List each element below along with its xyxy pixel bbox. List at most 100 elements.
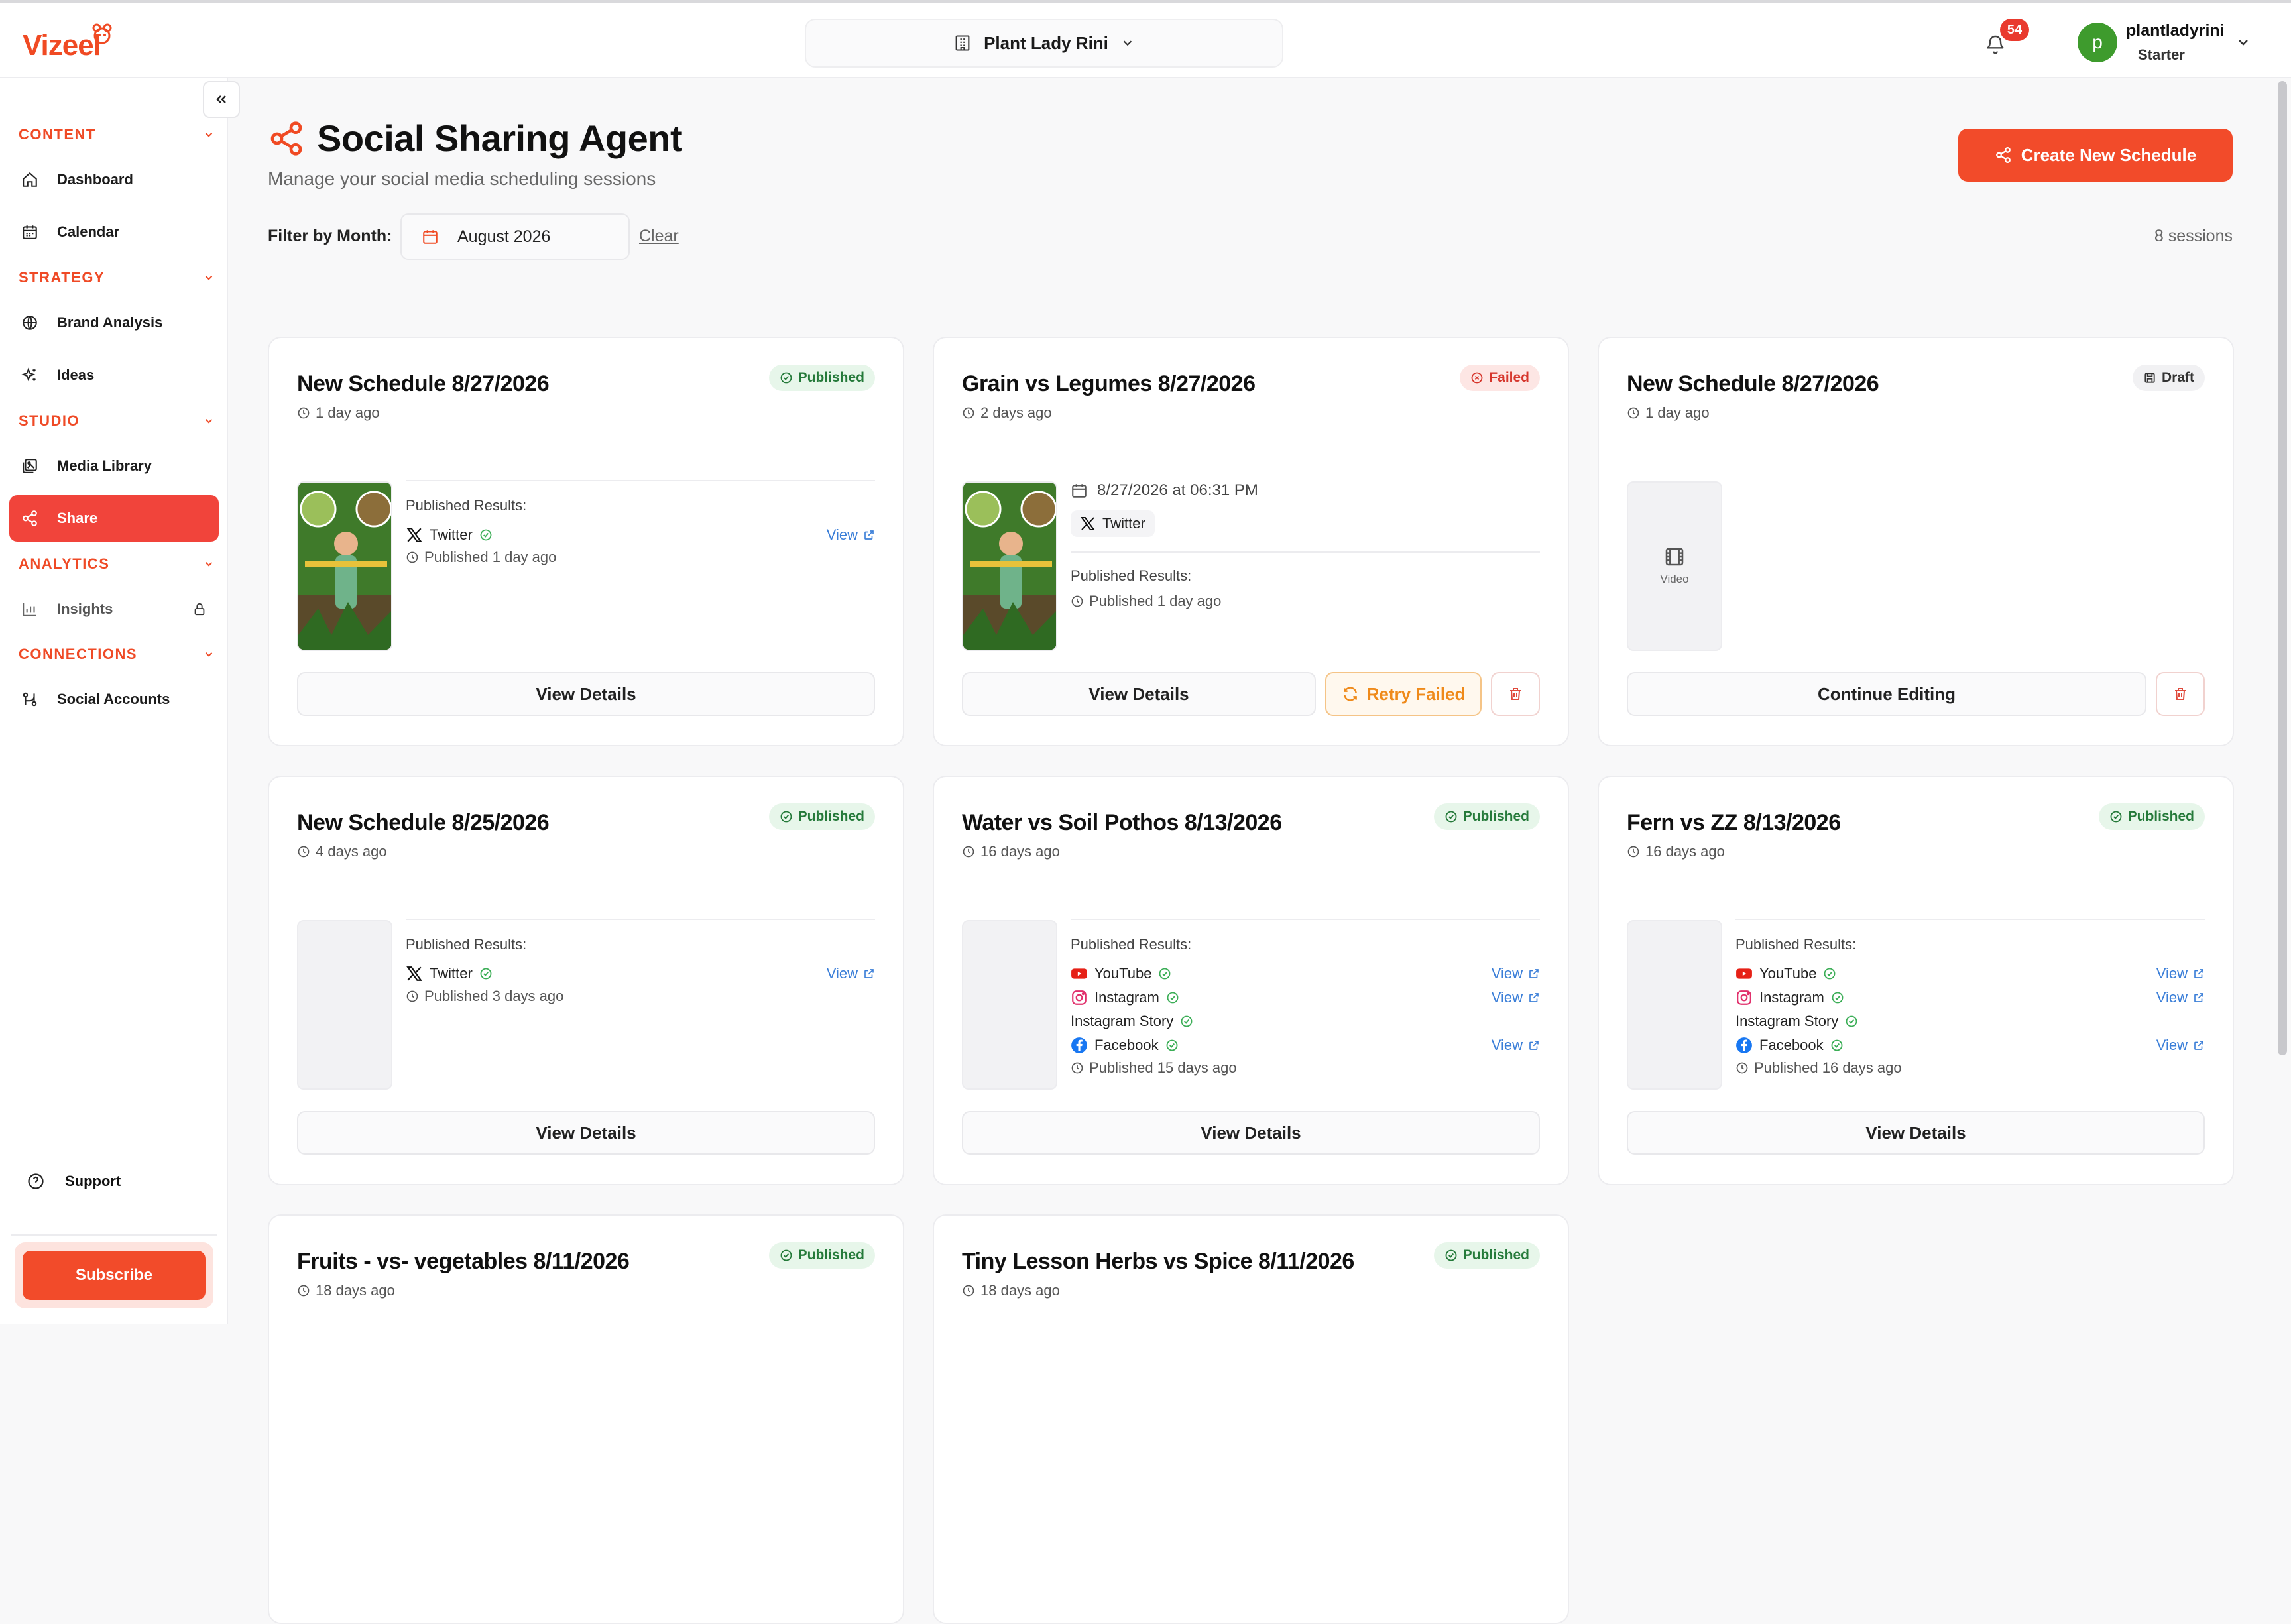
building-icon — [955, 35, 970, 51]
card-actions: Continue Editing — [1627, 672, 2205, 716]
status-badge: Failed — [1460, 365, 1540, 391]
trash-icon — [1510, 688, 1521, 700]
platform-name: YouTube — [1094, 965, 1152, 982]
platform-row-instagram-story: Instagram Story — [1071, 1010, 1540, 1033]
view-details-button[interactable]: View Details — [1627, 1111, 2205, 1155]
thumbnail-placeholder[interactable] — [1627, 920, 1722, 1090]
view-link[interactable]: View — [827, 526, 875, 544]
delete-button[interactable] — [2156, 672, 2205, 716]
published-results-heading: Published Results: — [1735, 936, 1857, 953]
sidebar-item-ideas[interactable]: Ideas — [9, 352, 219, 398]
platform-name: Instagram — [1094, 989, 1159, 1006]
card-time-text: 1 day ago — [316, 404, 380, 421]
check-circle-icon — [780, 1249, 792, 1261]
view-link[interactable]: View — [2156, 965, 2205, 982]
view-link[interactable]: View — [2156, 1037, 2205, 1054]
platform-row-youtube: YouTube View — [1071, 962, 1540, 985]
view-label: View — [2156, 989, 2188, 1006]
status-badge: Published — [768, 365, 875, 391]
published-time: Published 3 days ago — [406, 988, 563, 1005]
status-badge: Published — [768, 803, 875, 830]
view-details-button[interactable]: View Details — [297, 1111, 875, 1155]
sidebar-item-calendar[interactable]: Calendar — [9, 209, 219, 255]
view-link[interactable]: View — [827, 965, 875, 982]
view-details-button[interactable]: View Details — [962, 1111, 1540, 1155]
view-link[interactable]: View — [2156, 989, 2205, 1006]
continue-editing-button[interactable]: Continue Editing — [1627, 672, 2146, 716]
section-strategy[interactable]: STRATEGY — [19, 269, 215, 286]
card-time-text: 16 days ago — [1645, 843, 1725, 860]
month-filter-value: August 2026 — [457, 227, 551, 246]
view-details-button[interactable]: View Details — [962, 672, 1316, 716]
logo[interactable]: Vizeel — [23, 23, 115, 69]
section-content[interactable]: CONTENT — [19, 126, 215, 143]
sidebar-item-label: Social Accounts — [57, 691, 170, 707]
section-connections[interactable]: CONNECTIONS — [19, 646, 215, 663]
check-circle-icon — [780, 811, 792, 823]
sidebar-item-share[interactable]: Share — [9, 495, 219, 542]
user-name[interactable]: plantladyrini — [2126, 21, 2225, 40]
avatar[interactable]: p — [2078, 23, 2117, 62]
platform-name: Twitter — [430, 526, 473, 543]
platform-row-youtube: YouTube View — [1735, 962, 2205, 985]
card-actions: View Details — [297, 1111, 875, 1155]
clear-filter-link[interactable]: Clear — [639, 227, 679, 246]
session-card[interactable]: Fern vs ZZ 8/13/2026 Published 16 days a… — [1598, 776, 2234, 1185]
sidebar-item-label: Brand Analysis — [57, 314, 163, 331]
session-card[interactable]: Tiny Lesson Herbs vs Spice 8/11/2026 Pub… — [933, 1214, 1569, 1624]
status-badge: Published — [768, 1242, 875, 1269]
thumbnail-placeholder[interactable] — [297, 920, 392, 1090]
view-link[interactable]: View — [1492, 965, 1540, 982]
view-details-button[interactable]: View Details — [297, 672, 875, 716]
session-card[interactable]: New Schedule 8/25/2026 Published 4 days … — [268, 776, 904, 1185]
chevron-down-icon — [205, 276, 213, 280]
trash-icon — [2175, 688, 2186, 700]
card-time: 18 days ago — [962, 1282, 1060, 1299]
brand-selector[interactable]: Plant Lady Rini — [805, 19, 1283, 68]
support-link[interactable]: Support — [27, 1172, 121, 1190]
check-circle-icon — [1832, 992, 1844, 1004]
sidebar-item-media-library[interactable]: Media Library — [9, 443, 219, 489]
session-card[interactable]: Fruits - vs- vegetables 8/11/2026 Publis… — [268, 1214, 904, 1624]
section-analytics[interactable]: ANALYTICS — [19, 555, 215, 573]
sidebar-item-dashboard[interactable]: Dashboard — [9, 156, 219, 203]
month-filter-input[interactable]: August 2026 — [400, 213, 630, 260]
platform-name: YouTube — [1759, 965, 1817, 982]
clock-icon — [1071, 1062, 1083, 1074]
thumbnail-image[interactable] — [962, 481, 1057, 651]
session-card[interactable]: Water vs Soil Pothos 8/13/2026 Published… — [933, 776, 1569, 1185]
facebook-icon — [1736, 1037, 1752, 1053]
section-label: CONNECTIONS — [19, 646, 138, 662]
session-card[interactable]: Grain vs Legumes 8/27/2026 Failed 2 days… — [933, 337, 1569, 746]
scrollbar[interactable] — [2278, 81, 2287, 1055]
film-icon — [1665, 548, 1684, 566]
status-label: Published — [1462, 809, 1529, 824]
sidebar-item-insights[interactable]: Insights — [9, 586, 219, 632]
sidebar-item-social-accounts[interactable]: Social Accounts — [9, 676, 219, 723]
view-link[interactable]: View — [1492, 989, 1540, 1006]
subscribe-container: Subscribe — [15, 1242, 213, 1308]
video-placeholder[interactable]: Video — [1627, 481, 1722, 651]
delete-button[interactable] — [1491, 672, 1540, 716]
session-card[interactable]: New Schedule 8/27/2026 Draft 1 day ago V… — [1598, 337, 2234, 746]
clock-icon — [1071, 595, 1083, 607]
create-new-schedule-button[interactable]: Create New Schedule — [1958, 129, 2233, 182]
thumbnail-image[interactable] — [297, 481, 392, 651]
check-circle-icon — [1445, 1249, 1457, 1261]
view-link[interactable]: View — [1492, 1037, 1540, 1054]
user-menu-chevron-icon[interactable] — [2235, 34, 2251, 50]
external-link-icon — [1529, 993, 1539, 1002]
external-link-icon — [2194, 993, 2203, 1002]
platform-row-twitter: Twitter View — [406, 962, 875, 985]
sidebar-item-label: Ideas — [57, 367, 95, 383]
clock-icon — [298, 407, 310, 419]
subscribe-button[interactable]: Subscribe — [23, 1251, 206, 1300]
session-card[interactable]: New Schedule 8/27/2026 Published 1 day a… — [268, 337, 904, 746]
sidebar-item-brand-analysis[interactable]: Brand Analysis — [9, 300, 219, 346]
collapse-sidebar-button[interactable] — [203, 81, 240, 118]
thumbnail-placeholder[interactable] — [962, 920, 1057, 1090]
check-circle-icon — [1166, 1039, 1178, 1051]
published-time-text: Published 1 day ago — [1089, 593, 1222, 609]
section-studio[interactable]: STUDIO — [19, 412, 215, 430]
retry-failed-button[interactable]: Retry Failed — [1325, 672, 1482, 716]
